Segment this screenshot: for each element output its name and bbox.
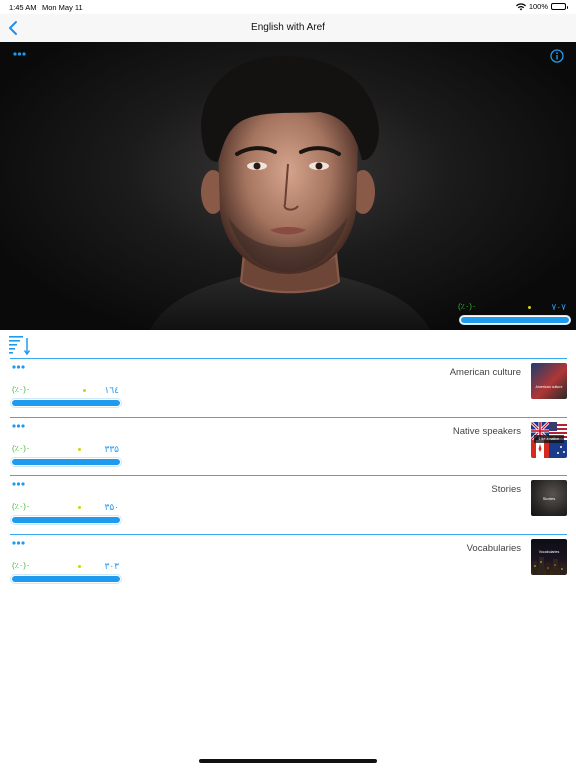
battery-icon <box>551 3 568 10</box>
item-progress-label: (٪۰)۰ ۱٦٤ <box>12 385 119 397</box>
status-dot <box>528 306 531 309</box>
app-screen: 1:45 AM Mon May 11 100% English with Are… <box>0 0 576 768</box>
status-bar: 1:45 AM Mon May 11 100% <box>0 0 576 14</box>
item-progress-bar <box>10 456 122 467</box>
item-thumbnail[interactable]: Like a native <box>531 421 567 458</box>
percent-label: (٪۰)۰ <box>458 302 477 311</box>
item-thumbnail[interactable]: American culture <box>531 363 567 399</box>
count-label: ۱٦٤ <box>104 385 119 395</box>
status-dot <box>78 564 81 568</box>
item-progress-bar <box>10 515 122 525</box>
percent-label: (٪۰)۰ <box>12 385 31 394</box>
status-dot <box>83 389 86 392</box>
progress-fill <box>12 575 120 582</box>
navigation-bar: English with Aref <box>0 14 576 42</box>
status-time: 1:45 AM <box>9 3 37 12</box>
wifi-icon <box>515 2 526 10</box>
more-dots-icon[interactable] <box>12 365 25 369</box>
list-item-stories[interactable]: (٪۰)۰ ۳۵۰ Stories Stories <box>10 475 567 534</box>
item-progress-bar <box>10 398 122 408</box>
status-dot <box>78 506 81 509</box>
list-item-american-culture[interactable]: (٪۰)۰ ۱٦٤ American culture American cult… <box>10 358 567 417</box>
thumbnail-caption: Like a native <box>538 436 560 441</box>
item-progress-label: (٪۰)۰ ۳۳۵ <box>12 444 119 456</box>
item-thumbnail[interactable]: Vocabularies <box>531 538 567 575</box>
more-dots-icon[interactable] <box>12 423 25 428</box>
progress-fill <box>12 400 120 406</box>
thumbnail-caption: Stories <box>542 496 556 501</box>
home-indicator <box>199 759 377 763</box>
status-date: Mon May 11 <box>42 3 83 12</box>
portrait-image <box>150 56 430 330</box>
item-progress-label: (٪۰)۰ ۳۰۳ <box>12 561 119 573</box>
item-title[interactable]: American culture <box>450 367 521 378</box>
percent-label: (٪۰)۰ <box>12 443 31 453</box>
item-progress-bar <box>10 573 122 584</box>
item-title[interactable]: Vocabularies <box>467 543 521 554</box>
status-dot <box>78 447 81 451</box>
hero-progress-label: (٪۰)۰ ۷۰۷ <box>458 302 566 314</box>
progress-fill <box>12 517 120 523</box>
count-label: ۳۰۳ <box>104 560 119 571</box>
item-title[interactable]: Stories <box>491 484 521 495</box>
item-title[interactable]: Native speakers <box>453 426 521 437</box>
hero-progress-bar <box>459 315 571 325</box>
battery-percent: 100% <box>528 2 548 11</box>
thumbnail-caption: Vocabularies <box>538 549 560 554</box>
count-label: ۳۳۵ <box>104 443 119 454</box>
progress-fill <box>12 458 120 465</box>
info-icon[interactable] <box>550 49 564 63</box>
thumbnail-caption: American culture <box>535 385 563 390</box>
category-list: (٪۰)۰ ۱٦٤ American culture American cult… <box>0 358 576 592</box>
status-right: 100% <box>515 2 568 11</box>
count-label: ۷۰۷ <box>551 302 566 312</box>
sort-icon[interactable] <box>9 334 31 356</box>
more-dots-icon[interactable] <box>12 540 25 545</box>
page-title: English with Aref <box>251 22 325 33</box>
hero-image: (٪۰)۰ ۷۰۷ <box>0 42 576 330</box>
list-item-native-speakers[interactable]: (٪۰)۰ ۳۳۵ Native speakers Like a native <box>10 416 567 476</box>
city-lights-image <box>533 556 565 575</box>
list-item-vocabularies[interactable]: (٪۰)۰ ۳۰۳ Vocabularies Vocabularies <box>10 533 567 593</box>
count-label: ۳۵۰ <box>104 502 119 512</box>
more-dots-icon[interactable] <box>13 52 26 56</box>
item-progress-label: (٪۰)۰ ۳۵۰ <box>12 502 119 514</box>
item-thumbnail[interactable]: Stories <box>531 480 567 516</box>
progress-fill <box>461 317 569 323</box>
percent-label: (٪۰)۰ <box>12 502 31 511</box>
percent-label: (٪۰)۰ <box>12 560 31 570</box>
more-dots-icon[interactable] <box>12 482 25 486</box>
